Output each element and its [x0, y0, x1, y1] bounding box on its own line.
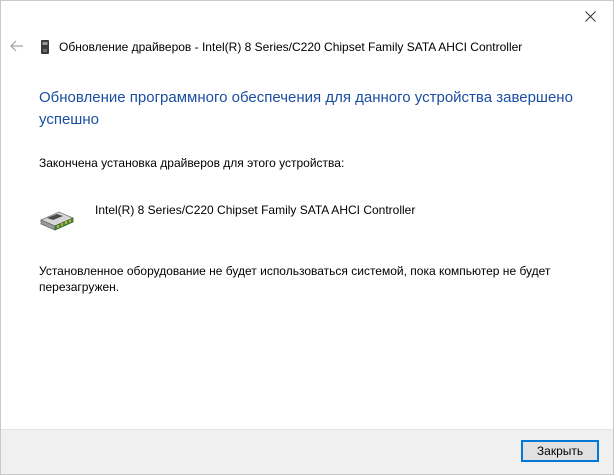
close-icon — [584, 10, 596, 22]
dialog-header: Обновление драйверов - Intel(R) 8 Series… — [39, 37, 522, 57]
install-complete-label: Закончена установка драйверов для этого … — [39, 156, 345, 170]
update-drivers-dialog: Обновление драйверов - Intel(R) 8 Series… — [0, 0, 614, 475]
device-name: Intel(R) 8 Series/C220 Chipset Family SA… — [95, 203, 416, 217]
close-button[interactable]: Закрыть — [521, 440, 599, 462]
dialog-title: Обновление драйверов - Intel(R) 8 Series… — [59, 40, 523, 54]
restart-notice: Установленное оборудование не будет испо… — [39, 264, 551, 294]
dialog-footer: Закрыть — [1, 429, 613, 474]
installed-device: Intel(R) 8 Series/C220 Chipset Family SA… — [39, 202, 415, 234]
back-button[interactable] — [7, 33, 27, 59]
storage-controller-icon — [40, 211, 74, 231]
success-heading: Обновление программного обеспечения для … — [39, 89, 573, 128]
device-icon — [41, 40, 49, 54]
window-close-button[interactable] — [567, 1, 613, 31]
back-arrow-icon — [10, 40, 23, 52]
